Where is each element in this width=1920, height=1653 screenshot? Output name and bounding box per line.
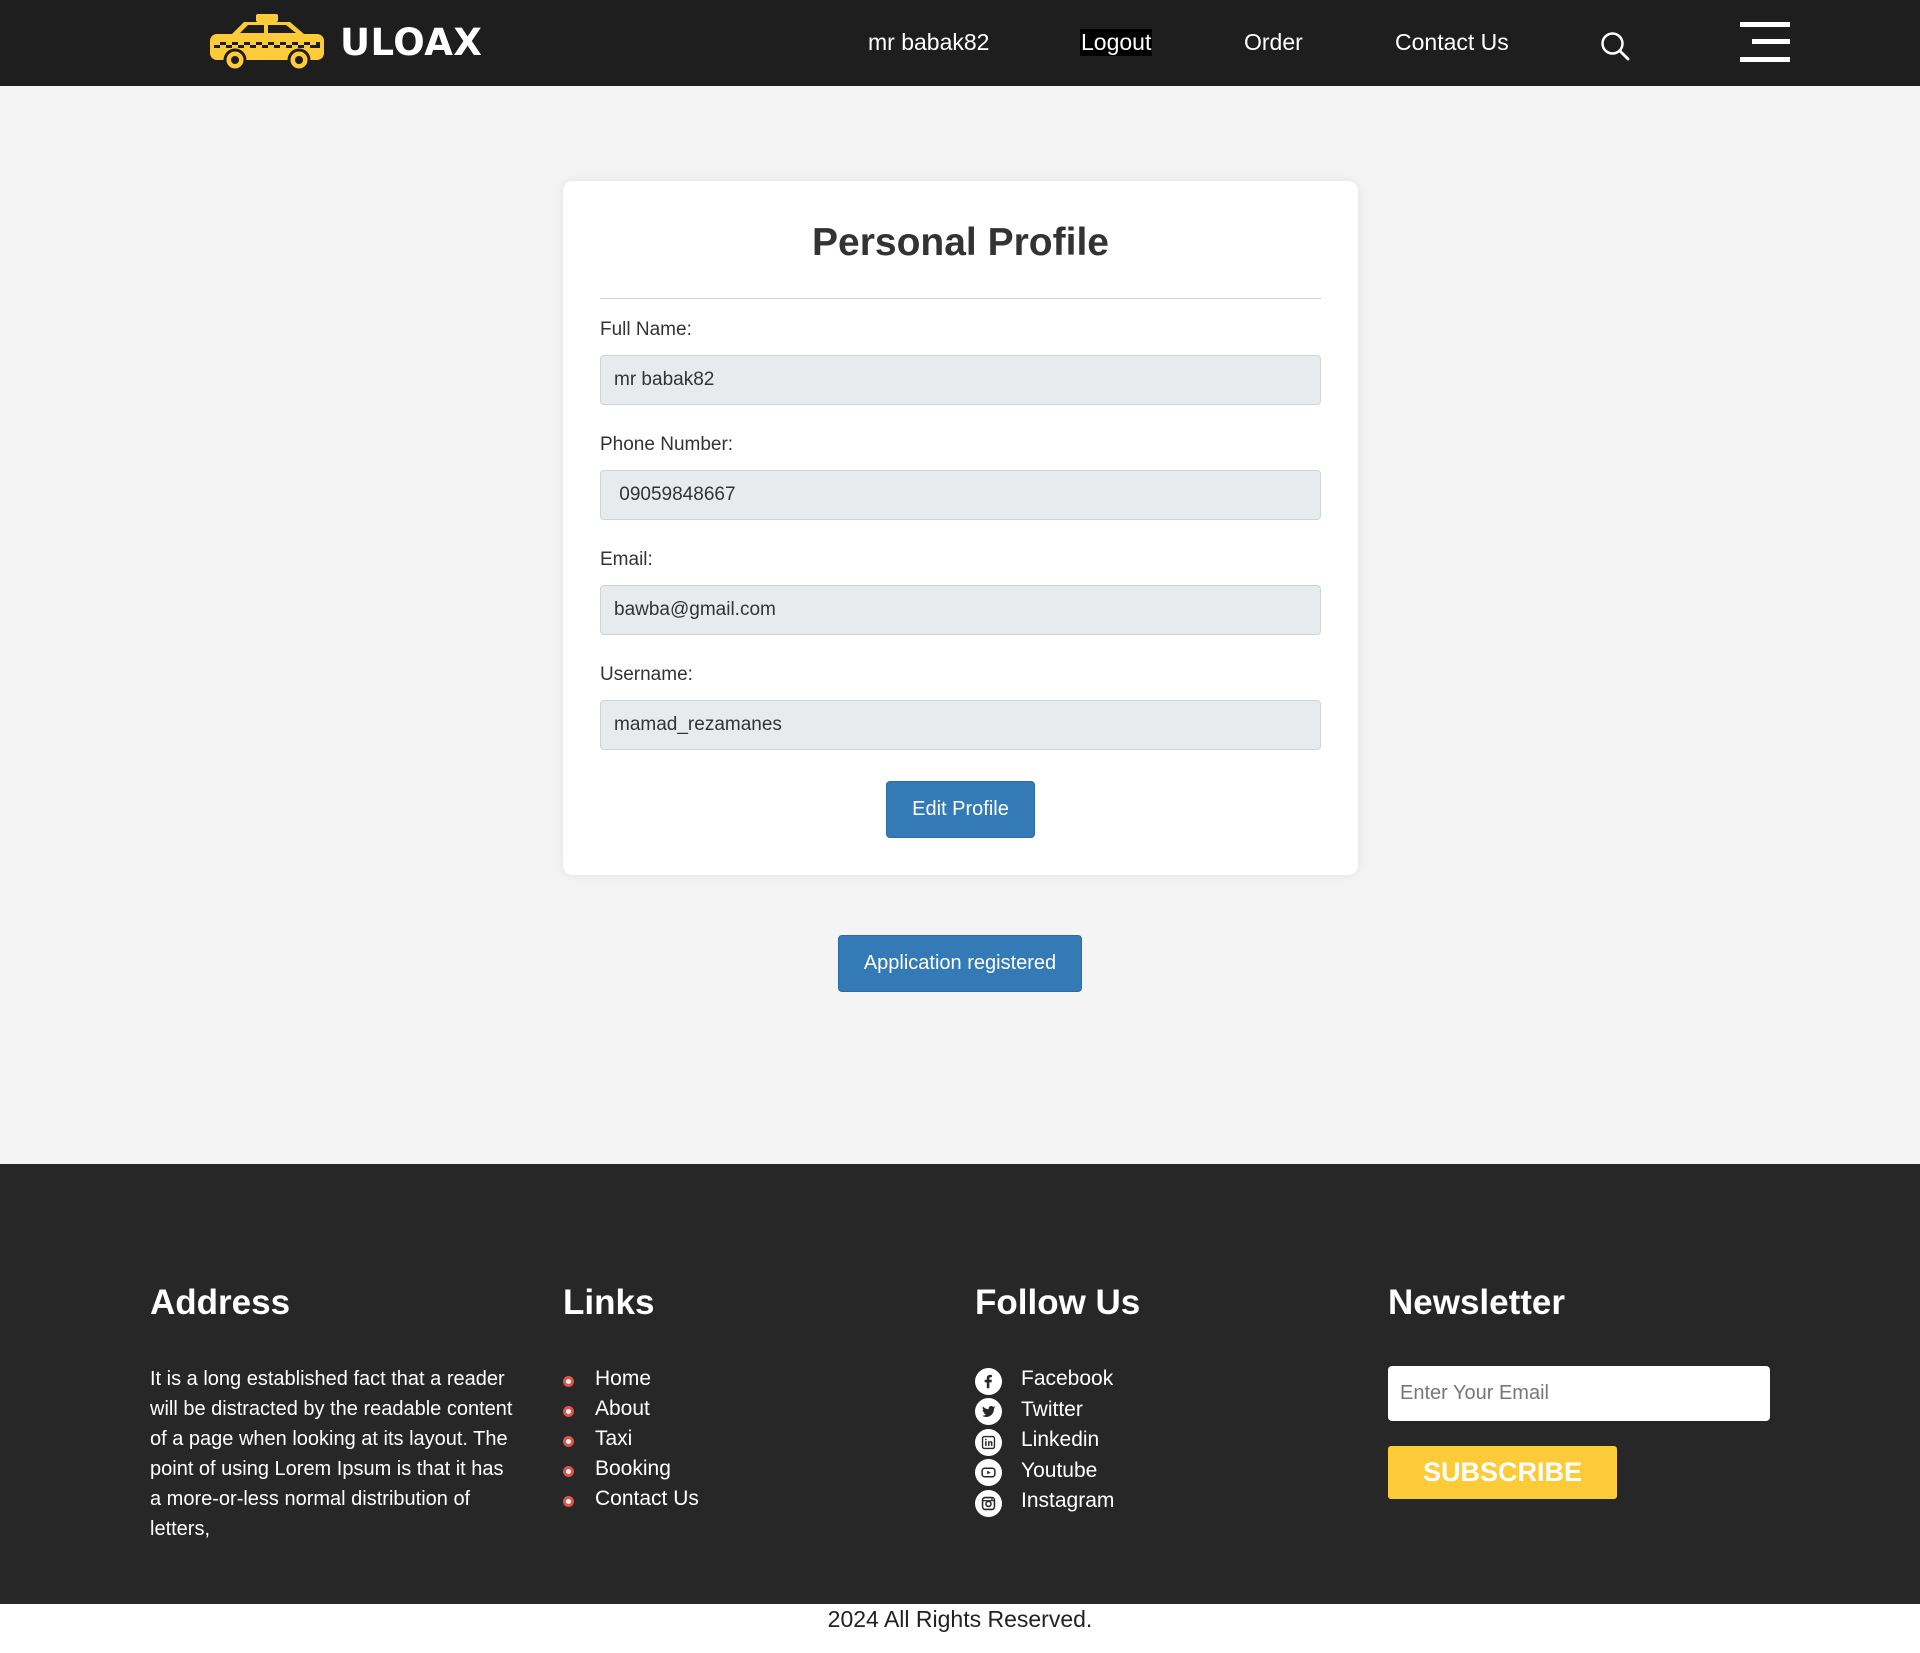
bullet-icon <box>563 1375 574 1387</box>
application-registered-button[interactable]: Application registered <box>838 935 1082 992</box>
logo[interactable]: ULOAX <box>208 12 482 72</box>
bullet-icon <box>563 1435 574 1447</box>
social-link-label: Instagram <box>1021 1489 1115 1513</box>
taxi-logo-icon <box>210 14 324 72</box>
footer-link-taxi[interactable]: Taxi <box>563 1424 699 1454</box>
footer-link-label: Home <box>595 1367 652 1390</box>
social-link-label: Facebook <box>1021 1367 1114 1391</box>
profile-card: Personal Profile Full Name: Phone Number… <box>563 181 1358 875</box>
twitter-icon <box>975 1398 1002 1426</box>
subscribe-button[interactable]: SUBSCRIBE <box>1388 1446 1617 1499</box>
youtube-icon <box>975 1459 1002 1487</box>
address-heading: Address <box>150 1283 291 1322</box>
footer-link-label: Taxi <box>595 1427 633 1450</box>
social-link-label: Twitter <box>1021 1397 1083 1421</box>
search-icon[interactable] <box>1600 31 1630 61</box>
instagram-icon <box>975 1489 1002 1517</box>
nav-user-profile[interactable]: mr babak82 <box>868 29 989 56</box>
nav-contact-us[interactable]: Contact Us <box>1395 29 1509 56</box>
social-link-linkedin[interactable]: Linkedin <box>975 1425 1114 1456</box>
social-link-twitter[interactable]: Twitter <box>975 1395 1114 1426</box>
social-link-label: Youtube <box>1021 1458 1098 1482</box>
top-navbar: ULOAX mr babak82 Logout Order Contact Us <box>0 0 1920 86</box>
social-link-youtube[interactable]: Youtube <box>975 1456 1114 1487</box>
footer: Address It is a long established fact th… <box>0 1164 1920 1604</box>
links-heading: Links <box>563 1283 655 1322</box>
email-label: Email: <box>600 549 653 570</box>
facebook-icon <box>975 1367 1002 1395</box>
footer-link-label: Booking <box>595 1457 671 1480</box>
footer-link-home[interactable]: Home <box>563 1364 699 1394</box>
logo-text: ULOAX <box>340 20 483 64</box>
newsletter-email-input[interactable] <box>1388 1366 1770 1421</box>
social-link-label: Linkedin <box>1021 1428 1100 1452</box>
address-text: It is a long established fact that a rea… <box>150 1368 513 1540</box>
footer-link-label: About <box>595 1397 650 1420</box>
main-content: Personal Profile Full Name: Phone Number… <box>0 86 1920 1164</box>
footer-links-list: Home About Taxi Booking Contact Us <box>563 1364 699 1514</box>
bullet-icon <box>563 1405 574 1417</box>
full-name-field[interactable] <box>600 355 1321 405</box>
phone-number-field[interactable] <box>600 470 1321 520</box>
full-name-label: Full Name: <box>600 319 692 340</box>
social-link-instagram[interactable]: Instagram <box>975 1486 1114 1517</box>
footer-link-about[interactable]: About <box>563 1394 699 1424</box>
nav-logout[interactable]: Logout <box>1080 29 1153 56</box>
newsletter-heading: Newsletter <box>1388 1283 1566 1322</box>
page-title: Personal Profile <box>812 221 1109 264</box>
phone-number-label: Phone Number: <box>600 434 734 455</box>
footer-link-label: Contact Us <box>595 1487 699 1510</box>
edit-profile-button[interactable]: Edit Profile <box>886 781 1035 838</box>
hamburger-menu-icon[interactable] <box>1740 22 1790 62</box>
footer-link-contact-us[interactable]: Contact Us <box>563 1484 699 1514</box>
email-field[interactable] <box>600 585 1321 635</box>
divider <box>600 298 1321 299</box>
social-link-facebook[interactable]: Facebook <box>975 1364 1114 1395</box>
username-field[interactable] <box>600 700 1321 750</box>
follow-us-heading: Follow Us <box>975 1283 1141 1322</box>
username-label: Username: <box>600 664 693 685</box>
footer-link-booking[interactable]: Booking <box>563 1454 699 1484</box>
bullet-icon <box>563 1465 574 1477</box>
linkedin-icon <box>975 1428 1002 1456</box>
copyright-text: 2024 All Rights Reserved. <box>827 1606 1093 1632</box>
nav-order[interactable]: Order <box>1244 29 1303 56</box>
social-links-list: Facebook Twitter Linkedin Youtube Instag… <box>975 1364 1114 1517</box>
bullet-icon <box>563 1495 574 1507</box>
